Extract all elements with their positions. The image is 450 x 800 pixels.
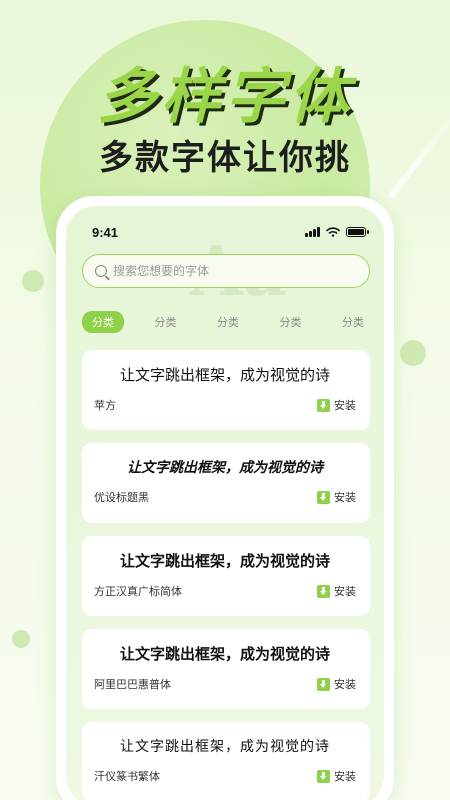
category-tab[interactable]: 分类	[270, 311, 312, 333]
install-label: 安装	[334, 399, 356, 412]
hero-title: 多样字体	[97, 62, 353, 132]
background-dot	[22, 270, 44, 292]
font-name: 汗仪篆书繁体	[94, 770, 160, 783]
category-tab[interactable]: 分类	[82, 311, 124, 333]
battery-icon	[346, 227, 369, 237]
font-name: 阿里巴巴惠普体	[94, 678, 171, 691]
download-icon	[317, 584, 330, 598]
category-tabs: 分类 分类 分类 分类 分类	[82, 311, 374, 333]
wifi-icon	[326, 227, 340, 237]
background-dot	[12, 630, 30, 648]
font-sample-text: 让文字跳出框架，成为视觉的诗	[119, 552, 330, 570]
font-card[interactable]: 让文字跳出框架，成为视觉的诗 优设标题黑 安装	[82, 443, 370, 523]
category-tab[interactable]: 分类	[332, 311, 374, 333]
download-icon	[317, 769, 330, 783]
search-input[interactable]	[113, 264, 333, 278]
download-icon	[317, 677, 330, 691]
background-dot	[400, 340, 426, 366]
font-sample-text: 让文字跳出框架，成为视觉的诗	[119, 366, 330, 384]
install-button[interactable]: 安装	[317, 583, 356, 599]
font-name: 苹方	[94, 399, 116, 412]
install-button[interactable]: 安装	[317, 768, 356, 784]
font-card[interactable]: 让文字跳出框架，成为视觉的诗 苹方 安装	[82, 350, 370, 430]
font-sample-text: 让文字跳出框架，成为视觉的诗	[127, 460, 323, 476]
font-card[interactable]: 让文字跳出框架，成为视觉的诗 汗仪篆书繁体 安装	[82, 722, 370, 800]
font-name: 优设标题黑	[94, 491, 149, 504]
install-label: 安装	[334, 491, 356, 504]
status-icons	[305, 227, 369, 237]
install-label: 安装	[334, 678, 356, 691]
category-tab[interactable]: 分类	[145, 311, 187, 333]
font-card[interactable]: 让文字跳出框架，成为视觉的诗 方正汉真广标简体 安装	[82, 536, 370, 616]
category-tab[interactable]: 分类	[207, 311, 249, 333]
download-icon	[317, 490, 330, 504]
install-label: 安装	[334, 585, 356, 598]
install-button[interactable]: 安装	[317, 397, 356, 413]
install-button[interactable]: 安装	[317, 676, 356, 692]
font-sample-text: 让文字跳出框架，成为视觉的诗	[119, 645, 330, 663]
search-icon	[95, 265, 107, 277]
phone-frame: Aa 9:41 分类 分类 分类 分类	[56, 196, 394, 800]
hero-subtitle: 多款字体让你挑	[99, 138, 351, 178]
status-bar: 9:41	[66, 222, 384, 242]
download-icon	[317, 398, 330, 412]
install-button[interactable]: 安装	[317, 489, 356, 505]
font-card[interactable]: 让文字跳出框架，成为视觉的诗 阿里巴巴惠普体 安装	[82, 629, 370, 709]
install-label: 安装	[334, 770, 356, 783]
font-sample-text: 让文字跳出框架，成为视觉的诗	[120, 739, 330, 755]
status-time: 9:41	[92, 224, 119, 240]
phone-screen: Aa 9:41 分类 分类 分类 分类	[66, 206, 384, 800]
font-name: 方正汉真广标简体	[94, 585, 182, 598]
font-list: 让文字跳出框架，成为视觉的诗 苹方 安装 让文字跳出框架，成为视觉的诗 优设标题…	[82, 350, 370, 800]
signal-icon	[305, 227, 320, 237]
search-bar[interactable]	[82, 254, 370, 288]
